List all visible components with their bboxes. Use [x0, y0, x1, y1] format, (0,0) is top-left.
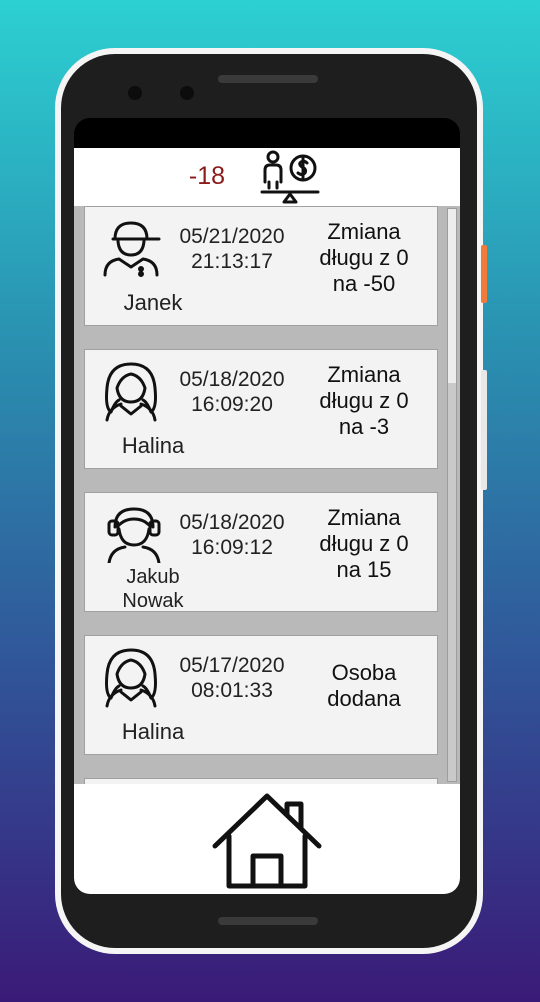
app-screen: -18 05/21/2020 21:13:17 Janek Zmiana dłu…: [74, 118, 460, 894]
history-card[interactable]: 05/18/2020 16:09:20 Halina Zmiana długu …: [84, 349, 438, 469]
history-list[interactable]: 05/21/2020 21:13:17 Janek Zmiana długu z…: [74, 206, 460, 784]
history-card[interactable]: 05/21/2020 21:13:17 Janek Zmiana długu z…: [84, 206, 438, 326]
top-speaker: [218, 75, 318, 83]
entry-person-name: Halina: [121, 719, 185, 744]
headphones-avatar-icon: [105, 505, 163, 568]
scrollbar-thumb[interactable]: [448, 209, 456, 383]
entry-description: Zmiana długu z 0 na 15: [295, 505, 433, 583]
woman-avatar-icon: [101, 360, 163, 427]
entry-person-name: Jakub Nowak: [122, 566, 184, 612]
boy-cap-avatar-icon: [101, 217, 163, 282]
total-balance: -18: [188, 162, 226, 190]
debt-balance-icon[interactable]: [260, 150, 320, 209]
app-footer: [74, 784, 460, 894]
entry-date: 05/17/2020: [179, 654, 285, 677]
entry-person-name: Janek: [123, 290, 183, 315]
entry-description-text: Zmiana długu z 0 na -50: [319, 219, 409, 296]
entry-date: 05/18/2020: [179, 511, 285, 534]
entry-time: 16:09:20: [191, 393, 273, 416]
bottom-speaker: [218, 917, 318, 925]
entry-description: Zmiana długu z 0 na -3: [295, 362, 433, 440]
power-button: [481, 245, 487, 303]
history-card[interactable]: 05/17/2020 08:01:33 Halina Osoba dodana: [84, 635, 438, 755]
entry-description-text: Zmiana długu z 0 na 15: [319, 505, 409, 582]
entry-date: 05/21/2020: [179, 225, 285, 248]
app-header: -18: [74, 148, 460, 206]
entry-person-name: Halina: [121, 433, 185, 458]
entry-time: 08:01:33: [191, 679, 273, 702]
history-card[interactable]: 05/18/2020 16:09:12 Jakub Nowak Zmiana d…: [84, 492, 438, 612]
front-sensor: [180, 86, 194, 100]
list-scrollbar[interactable]: [447, 208, 457, 782]
woman-avatar-icon: [101, 646, 163, 713]
home-icon[interactable]: [211, 792, 323, 894]
volume-button: [481, 370, 487, 490]
entry-description: Zmiana długu z 0 na -50: [295, 219, 433, 297]
entry-description-text: Osoba dodana: [327, 660, 401, 711]
entry-time: 16:09:12: [191, 536, 273, 559]
entry-description: Osoba dodana: [295, 660, 433, 712]
entry-date: 05/18/2020: [179, 368, 285, 391]
entry-time: 21:13:17: [191, 250, 273, 273]
entry-description-text: Zmiana długu z 0 na -3: [319, 362, 409, 439]
front-camera: [128, 86, 142, 100]
